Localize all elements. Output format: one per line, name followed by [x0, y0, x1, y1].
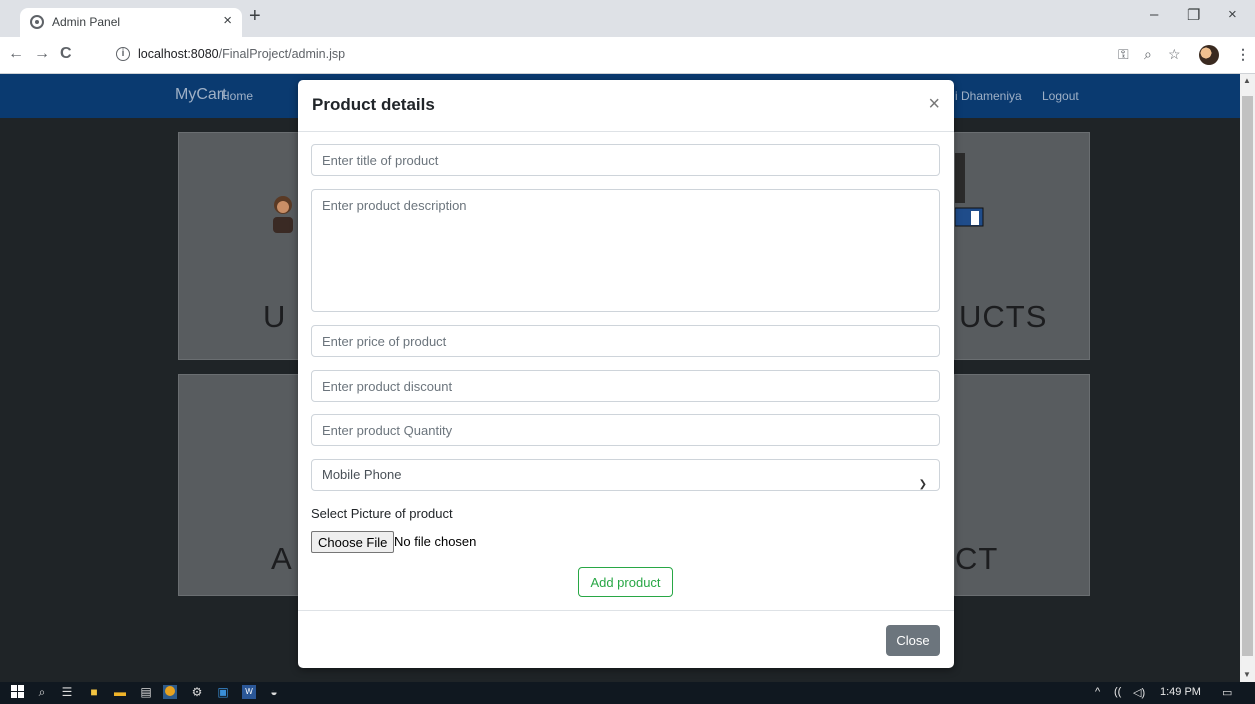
- product-description-textarea[interactable]: [311, 189, 940, 312]
- chrome-icon[interactable]: [163, 685, 177, 699]
- choose-file-button[interactable]: Choose File: [311, 531, 395, 553]
- tab-strip: Admin Panel × + – ❐ ×: [0, 0, 1255, 37]
- file-explorer-icon[interactable]: ▬: [113, 685, 127, 699]
- windows-start-icon[interactable]: [10, 685, 24, 699]
- profile-avatar[interactable]: [1199, 45, 1219, 65]
- card-label-users: U: [263, 299, 287, 334]
- nav-home-link[interactable]: Home: [221, 89, 253, 103]
- card-label-products: UCTS: [959, 299, 1048, 334]
- card-label-add-product: CT: [955, 541, 999, 576]
- url-host: localhost:8080: [138, 47, 219, 61]
- picture-label: Select Picture of product: [311, 506, 453, 521]
- product-box-icon: [954, 153, 995, 228]
- user-icon: [269, 193, 297, 233]
- forward-button[interactable]: →: [34, 45, 50, 63]
- notepad-icon[interactable]: ▤: [139, 685, 153, 699]
- word-icon[interactable]: W: [242, 685, 256, 699]
- globe-icon: [30, 15, 44, 29]
- products-card[interactable]: UCTS: [954, 132, 1090, 360]
- paint-icon[interactable]: ◒: [267, 685, 281, 699]
- product-title-input[interactable]: [311, 144, 940, 176]
- card-label-add-category: A: [271, 541, 293, 576]
- settings-gear-icon[interactable]: ⚙: [190, 685, 204, 699]
- browser-tab[interactable]: Admin Panel ×: [20, 8, 242, 37]
- search-icon[interactable]: ⌕: [35, 685, 49, 699]
- tab-title: Admin Panel: [52, 15, 121, 29]
- window-close-button[interactable]: ×: [1228, 6, 1237, 23]
- product-discount-input[interactable]: [311, 370, 940, 402]
- modal-close-icon[interactable]: ×: [928, 93, 940, 116]
- clock-time[interactable]: 1:49 PM: [1160, 686, 1201, 698]
- volume-icon[interactable]: ◁): [1133, 686, 1145, 699]
- network-icon[interactable]: ((: [1114, 686, 1121, 698]
- zoom-icon[interactable]: ⌕: [1144, 46, 1152, 63]
- product-price-input[interactable]: [311, 325, 940, 357]
- nav-user-name[interactable]: i Dhameniya: [955, 89, 1022, 103]
- eclipse-icon[interactable]: ▣: [216, 685, 230, 699]
- task-view-icon[interactable]: ☰: [60, 685, 74, 699]
- address-bar[interactable]: i localhost:8080/FinalProject/admin.jsp: [108, 42, 1108, 68]
- nav-logout-link[interactable]: Logout: [1042, 89, 1079, 103]
- page-scrollbar[interactable]: ▲ ▼: [1240, 74, 1255, 682]
- url-path: /FinalProject/admin.jsp: [218, 47, 346, 61]
- product-quantity-input[interactable]: [311, 414, 940, 446]
- info-icon[interactable]: i: [116, 47, 130, 61]
- windows-taskbar: ⌕ ☰ ■ ▬ ▤ ⚙ ▣ W ◒ ^ (( ◁) 1:49 PM ▭: [0, 682, 1255, 704]
- modal-footer: Close: [298, 610, 954, 669]
- scroll-up-arrow-icon[interactable]: ▲: [1243, 76, 1251, 85]
- notification-icon[interactable]: ▭: [1222, 686, 1232, 699]
- store-icon[interactable]: ■: [87, 685, 101, 699]
- key-icon[interactable]: ⚿: [1118, 46, 1129, 63]
- scroll-thumb[interactable]: [1242, 96, 1253, 656]
- tab-close-button[interactable]: ×: [223, 12, 232, 29]
- menu-icon[interactable]: ⋮: [1236, 46, 1250, 63]
- star-icon[interactable]: ☆: [1168, 46, 1181, 63]
- file-status-text: No file chosen: [394, 534, 477, 549]
- add-product-card[interactable]: CT: [954, 374, 1090, 596]
- reload-button[interactable]: C: [60, 45, 72, 63]
- scroll-down-arrow-icon[interactable]: ▼: [1243, 670, 1251, 679]
- url-text: localhost:8080/FinalProject/admin.jsp: [138, 47, 345, 61]
- browser-toolbar: ← → C i localhost:8080/FinalProject/admi…: [0, 37, 1255, 74]
- restore-button[interactable]: ❐: [1187, 6, 1200, 24]
- minimize-button[interactable]: –: [1150, 6, 1158, 23]
- users-card[interactable]: U: [178, 132, 301, 360]
- brand-link[interactable]: MyCart: [175, 86, 227, 104]
- new-tab-button[interactable]: +: [249, 5, 261, 28]
- add-category-card[interactable]: A: [178, 374, 301, 596]
- tray-chevron-up-icon[interactable]: ^: [1095, 686, 1100, 698]
- chevron-down-icon: ❯: [918, 479, 927, 490]
- modal-header: Product details ×: [298, 80, 954, 132]
- category-select[interactable]: Mobile Phone ❯: [311, 459, 940, 491]
- category-selected-value: Mobile Phone: [322, 467, 402, 482]
- close-button[interactable]: Close: [886, 625, 940, 656]
- product-details-modal: Product details × Mobile Phone ❯ Select …: [298, 80, 954, 668]
- back-button[interactable]: ←: [8, 45, 24, 63]
- modal-title: Product details: [312, 95, 435, 114]
- add-product-button[interactable]: Add product: [578, 567, 673, 597]
